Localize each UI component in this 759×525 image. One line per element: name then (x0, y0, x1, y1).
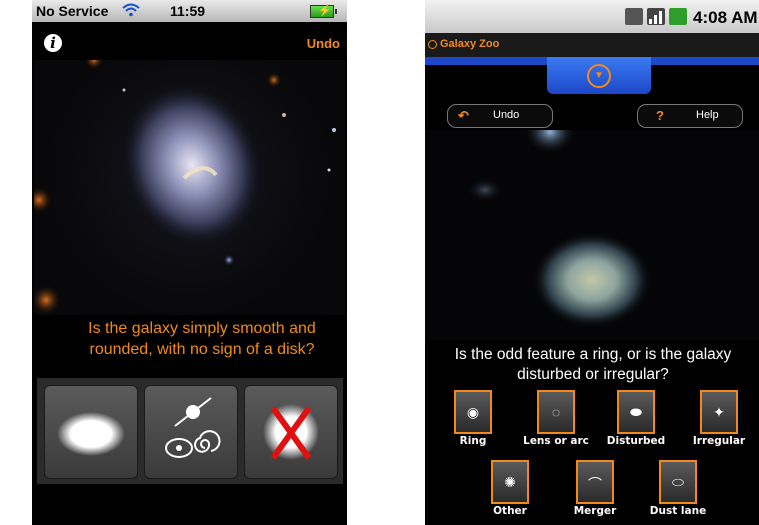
help-button[interactable]: ? Help (637, 104, 743, 128)
option-lens-or-arc[interactable]: ◌ Lens or arc (516, 390, 596, 460)
option-disturbed[interactable]: ⬬ Disturbed (596, 390, 676, 460)
undo-arrow-icon: ↶ (458, 108, 469, 123)
iphone-screen: No Service 11:59 ⚡ i Undo Is the galaxy … (32, 0, 347, 525)
red-x-icon (263, 404, 319, 460)
option-other[interactable]: ✺ Other (470, 460, 550, 525)
signal-icon (647, 8, 665, 25)
galaxy-image (425, 130, 759, 340)
wifi-icon (122, 3, 140, 20)
answer-smooth-button[interactable] (44, 385, 138, 479)
eye-icon: ◉ (466, 404, 480, 420)
chevron-down-icon: ▼ (587, 64, 611, 88)
option-ring[interactable]: ◉ Ring (433, 390, 513, 460)
app-title: Galaxy Zoo (440, 38, 500, 50)
status-time: 4:08 AM (693, 8, 758, 27)
battery-icon (669, 8, 687, 25)
network-3g-icon (625, 8, 643, 25)
option-dust-lane[interactable]: ⬭ Dust lane (638, 460, 718, 525)
app-icon (428, 40, 437, 49)
answer-panel (37, 378, 343, 484)
answer-star-button[interactable] (244, 385, 338, 479)
irregular-icon: ✦ (713, 404, 725, 420)
status-time: 11:59 (170, 3, 206, 19)
info-button[interactable]: i (44, 34, 62, 52)
status-bar: No Service 11:59 ⚡ (32, 0, 347, 22)
menu-tab-button[interactable]: ▼ (547, 57, 651, 94)
undo-button[interactable]: ↶ Undo (447, 104, 553, 128)
arc-icon: ◌ (551, 404, 561, 420)
undo-button[interactable]: Undo (307, 36, 340, 51)
disturbed-icon: ⬬ (630, 404, 642, 420)
smooth-ellipse-icon (57, 412, 125, 456)
merger-icon: ⌒ (588, 476, 602, 492)
option-irregular[interactable]: ✦ Irregular (679, 390, 759, 460)
app-title-bar: Galaxy Zoo (425, 33, 759, 57)
question-text: Is the odd feature a ring, or is the gal… (454, 346, 732, 383)
question-text: Is the galaxy simply smooth and rounded,… (88, 320, 316, 358)
dust-lane-icon: ⬭ (672, 474, 684, 490)
answer-features-button[interactable] (144, 385, 238, 479)
disk-and-spiral-icon (165, 397, 221, 458)
carrier-label: No Service (36, 3, 109, 19)
option-merger[interactable]: ⌒ Merger (555, 460, 635, 525)
galaxy-image (34, 60, 345, 315)
android-screen: 4:08 AM Galaxy Zoo ▼ ↶ Undo ? Help Is th… (425, 0, 759, 525)
battery-icon: ⚡ (310, 5, 337, 18)
status-bar: 4:08 AM (425, 0, 759, 33)
other-icon: ✺ (504, 474, 516, 490)
question-mark-icon: ? (656, 108, 664, 123)
